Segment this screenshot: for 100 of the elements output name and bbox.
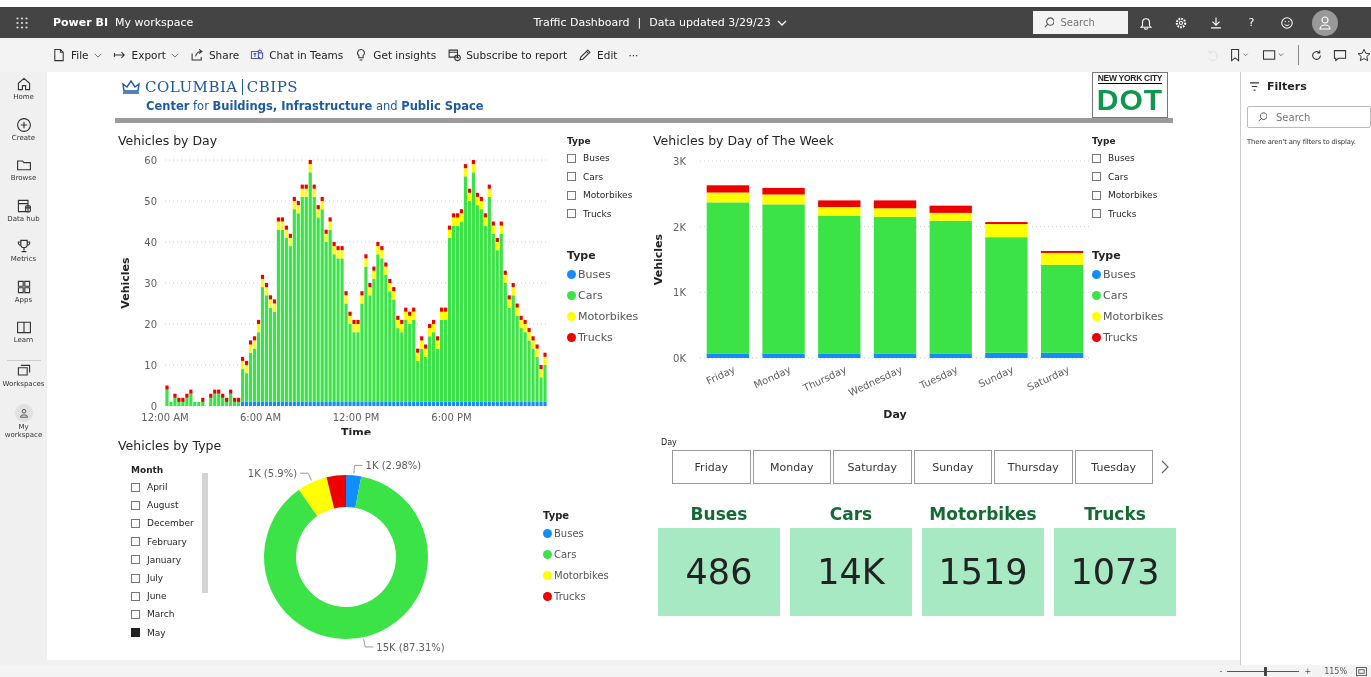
kpi-card: 486: [658, 528, 780, 616]
card-title: Buses: [690, 504, 748, 526]
axis-title: Day: [883, 408, 907, 421]
slicer-option[interactable]: Motorbikes: [583, 190, 633, 201]
slicer-option[interactable]: Motorbikes: [1108, 190, 1158, 201]
slicer-option[interactable]: May: [147, 627, 166, 638]
legend-label: Motorbikes: [554, 570, 609, 581]
axis-title: Vehicles: [652, 233, 665, 286]
logo-city-text: NEW YORK CITY: [1097, 73, 1163, 84]
legend-label: Buses: [554, 528, 584, 539]
axis-title: Vehicles: [119, 257, 132, 309]
tick-label: 6:00 AM: [239, 411, 282, 423]
slicer-option[interactable]: July: [147, 573, 164, 584]
day-button[interactable]: Sunday: [913, 450, 992, 484]
chart-title: Vehicles by Day of The Week: [652, 132, 835, 150]
legend-label: Buses: [578, 268, 611, 281]
tick-label: 50: [144, 195, 157, 207]
category-label: Friday: [704, 363, 737, 387]
tick-label: 12:00 PM: [332, 411, 380, 423]
title-separator: |: [637, 16, 642, 29]
card-title: Cars: [829, 504, 873, 526]
tick-label: 3K: [673, 156, 686, 167]
legend-title: Type: [543, 510, 571, 521]
legend-label: Trucks: [578, 331, 613, 344]
toolbar-button[interactable]: Export: [112, 43, 179, 67]
slicer-title: Type: [567, 136, 592, 146]
slicer-title: Day: [661, 438, 678, 447]
card-title: Trucks: [1084, 504, 1146, 526]
data-label: 15K (87.31%): [376, 641, 445, 653]
workspace-link[interactable]: My workspace: [115, 16, 194, 29]
search-field[interactable]: Search: [1033, 11, 1129, 34]
tick-label: 6:00 PM: [431, 411, 472, 423]
tick-label: 0: [150, 400, 157, 412]
day-button[interactable]: Tuesday: [1074, 450, 1153, 484]
legend-title: Type: [567, 249, 597, 262]
chart-title: Vehicles by Type: [117, 437, 223, 455]
toolbar-button[interactable]: Chat in Teams: [250, 43, 344, 67]
legend-label: Motorbikes: [578, 310, 639, 323]
day-button[interactable]: Monday: [752, 450, 831, 484]
chart-title: Vehicles by Day: [117, 132, 219, 150]
data-label: 1K (5.9%): [247, 468, 298, 480]
tick-label: 40: [144, 236, 157, 248]
tick-label: 30: [144, 277, 157, 289]
day-button[interactable]: Thursday: [994, 450, 1073, 484]
search-field[interactable]: Search: [1247, 106, 1371, 128]
slicer-option[interactable]: Buses: [1108, 153, 1135, 164]
toolbar-button[interactable]: Get insights: [354, 43, 437, 67]
legend-label: Trucks: [554, 591, 586, 602]
legend-title: Type: [1092, 249, 1122, 262]
tagline: Center for Buildings, Infrastructure and Public Space: [146, 99, 484, 113]
slicer-option[interactable]: Buses: [583, 153, 610, 164]
legend-label: Cars: [578, 289, 603, 302]
slicer-option[interactable]: January: [147, 554, 182, 565]
tick-label: 1K: [673, 287, 686, 299]
tick-label: 12:00 AM: [141, 411, 189, 423]
toolbar-button[interactable]: ···: [628, 43, 639, 67]
tick-label: 60: [144, 154, 157, 166]
slicer-option[interactable]: March: [147, 609, 175, 620]
app-name: Power BI: [53, 16, 108, 29]
legend-label: Cars: [1103, 289, 1128, 302]
logo-text: COLUMBIA: [145, 78, 238, 96]
help-button[interactable]: ?: [1243, 7, 1260, 38]
day-button[interactable]: Saturday: [833, 450, 912, 484]
data-updated-dropdown[interactable]: Data updated 3/29/23: [649, 16, 787, 29]
axis-title: Time: [340, 425, 372, 435]
card-title: Motorbikes: [929, 504, 1037, 526]
slicer-option[interactable]: Cars: [583, 171, 604, 182]
tick-label: 20: [144, 318, 157, 330]
slicer-title: Month: [131, 465, 165, 475]
toolbar-button[interactable]: Edit: [578, 43, 618, 67]
slicer-option[interactable]: December: [147, 518, 194, 529]
zoom-level: 115%: [1324, 666, 1347, 676]
tick-label: 2K: [673, 221, 686, 233]
pane-title: Filters: [1267, 79, 1307, 93]
tick-label: 0K: [673, 353, 686, 364]
slicer-option[interactable]: April: [147, 482, 168, 493]
data-label: 1K (2.98%): [365, 460, 422, 472]
slicer-title: Type: [1092, 136, 1117, 146]
slicer-option[interactable]: February: [147, 536, 187, 547]
day-button[interactable]: Friday: [672, 450, 751, 484]
kpi-card: 1073: [1054, 528, 1176, 616]
report-title: Traffic Dashboard: [533, 16, 630, 29]
legend-label: Cars: [554, 549, 577, 560]
kpi-card: 1519: [922, 528, 1044, 616]
legend-label: Buses: [1103, 268, 1136, 281]
toolbar-button[interactable]: Subscribe to report: [447, 43, 568, 67]
slicer-option[interactable]: Trucks: [1108, 208, 1137, 219]
logo-dot-text: DOT: [1096, 84, 1164, 116]
zoom-out-button[interactable]: -: [1219, 666, 1223, 676]
slicer-option[interactable]: Cars: [1108, 171, 1129, 182]
slicer-option[interactable]: August: [147, 500, 179, 511]
legend-label: Motorbikes: [1103, 310, 1164, 323]
legend-label: Trucks: [1103, 331, 1138, 344]
toolbar-button[interactable]: File: [52, 43, 102, 67]
toolbar-button[interactable]: Share: [189, 43, 240, 67]
zoom-in-button[interactable]: +: [1304, 666, 1312, 676]
slicer-option[interactable]: June: [147, 591, 167, 602]
slicer-option[interactable]: Trucks: [583, 208, 612, 219]
tick-label: 10: [144, 359, 157, 371]
logo-subtext: CBIPS: [246, 78, 298, 96]
